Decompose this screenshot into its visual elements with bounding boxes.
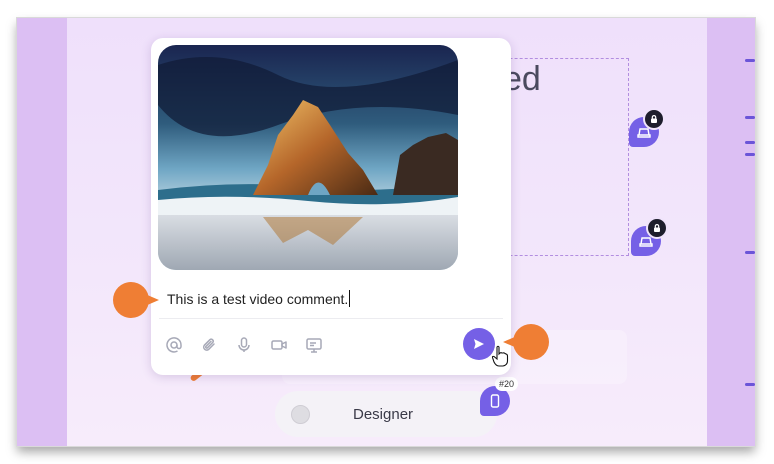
at-icon[interactable] [163, 334, 185, 356]
designer-label: Designer [353, 405, 414, 423]
comment-input[interactable]: This is a test video comment. [167, 290, 351, 307]
phone-icon [490, 394, 500, 408]
text-caret [349, 290, 351, 307]
lock-icon [654, 224, 660, 232]
screen-share-icon[interactable] [303, 334, 325, 356]
divider [159, 318, 503, 319]
edge-tick [745, 383, 755, 386]
edge-tick [745, 141, 755, 144]
app-window: ed Designer #20 This is a test video com… [17, 18, 755, 446]
composer-toolbar [163, 334, 325, 356]
lock-icon [651, 115, 657, 123]
step-marker-left [113, 282, 159, 318]
hand-cursor-icon [491, 345, 509, 367]
right-sidebar [707, 18, 755, 446]
paperclip-icon[interactable] [198, 334, 220, 356]
edge-tick [745, 153, 755, 156]
lock-badge [646, 217, 668, 239]
radio-button[interactable] [291, 404, 310, 424]
video-camera-icon[interactable] [268, 334, 290, 356]
microphone-icon[interactable] [233, 334, 255, 356]
comment-composer: This is a test video comment. [151, 38, 511, 375]
designer-option[interactable]: Designer [275, 391, 497, 437]
edge-tick [745, 59, 755, 62]
edge-tick [745, 116, 755, 119]
left-sidebar [17, 18, 67, 446]
lock-badge [643, 108, 665, 130]
send-icon [474, 339, 484, 349]
comment-count-badge: #20 [495, 377, 519, 391]
edge-tick [745, 251, 755, 254]
video-thumbnail[interactable] [158, 45, 458, 270]
step-marker-right [503, 324, 549, 360]
comment-text: This is a test video comment. [167, 291, 349, 307]
beach-photo-image [158, 45, 458, 270]
